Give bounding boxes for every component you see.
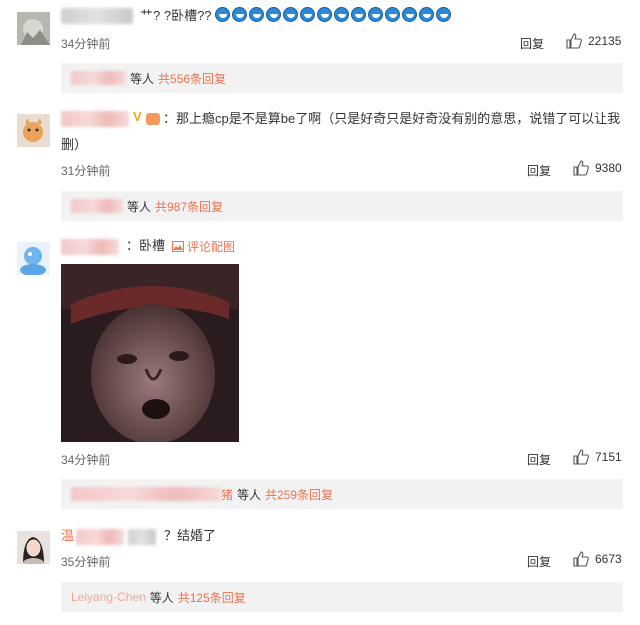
sub-reply-count[interactable]: 共556条回复: [158, 70, 226, 87]
reply-button[interactable]: 回复: [520, 35, 544, 52]
doraemon-emoji-icon: [368, 7, 384, 22]
doraemon-emoji-icon: [385, 7, 401, 22]
username-suffix[interactable]: [128, 529, 156, 545]
like-count: 7151: [595, 450, 622, 464]
timestamp: 31分钟前: [61, 164, 111, 178]
sub-reply-etc: 等人: [149, 590, 174, 605]
doraemon-emoji-icon: [351, 7, 367, 22]
like-button[interactable]: 22135: [566, 33, 621, 49]
doraemon-emoji-icon: [249, 7, 265, 22]
sub-reply-count[interactable]: 共125条回复: [178, 589, 246, 606]
sub-replies[interactable]: 等人 共556条回复: [61, 63, 623, 93]
comment-3: ：卧槽 评论配图 34分钟前 回复 7151 猪 等人 共259条回复: [0, 232, 640, 514]
comment-text: ：卧槽: [126, 235, 165, 257]
sub-replies[interactable]: 猪 等人 共259条回复: [61, 479, 623, 509]
comment-1: 艹? ?卧槽?? 34分钟前 回复 22135 等人 共556条回复: [0, 0, 640, 95]
thumb-up-icon: [573, 160, 589, 176]
sub-reply-etc: 等人: [237, 487, 262, 502]
like-count: 9380: [595, 161, 622, 175]
sub-reply-user-suffix[interactable]: 猪: [221, 486, 233, 503]
emoji-row: [215, 7, 453, 23]
doraemon-emoji-icon: [402, 7, 418, 22]
thumb-up-icon: [573, 449, 589, 465]
sub-reply-user[interactable]: [71, 199, 123, 213]
like-count: 22135: [588, 34, 622, 48]
timestamp: 34分钟前: [61, 453, 111, 467]
username[interactable]: [76, 529, 124, 545]
username[interactable]: [61, 239, 119, 255]
sub-reply-count[interactable]: 共987条回复: [155, 198, 223, 215]
sub-reply-count[interactable]: 共259条回复: [265, 486, 333, 503]
doraemon-emoji-icon: [334, 7, 350, 22]
comment-text-prefix: 艹? ?卧槽??: [140, 8, 212, 23]
timestamp: 35分钟前: [61, 555, 111, 569]
doraemon-emoji-icon: [232, 7, 248, 22]
like-button[interactable]: 9380: [573, 160, 622, 176]
comment-text-body: ？结婚了: [164, 528, 217, 543]
thumb-up-icon: [566, 33, 582, 49]
doraemon-emoji-icon: [215, 7, 231, 22]
doraemon-emoji-icon: [317, 7, 333, 22]
comment-text: ：那上瘾cp是不是算be了啊（只是好奇只是好奇没有别的意思，说错了可以让我: [163, 108, 620, 130]
sub-replies[interactable]: Leiyang-Chen 等人 共125条回复: [61, 582, 623, 612]
thumb-up-icon: [573, 551, 589, 567]
sub-reply-user[interactable]: Leiyang-Chen: [71, 590, 146, 604]
sub-reply-user[interactable]: [71, 487, 221, 501]
comment-2: V ：那上瘾cp是不是算be了啊（只是好奇只是好奇没有别的意思，说错了可以让我 …: [0, 105, 640, 225]
doraemon-emoji-icon: [300, 7, 316, 22]
comment-text-body: ：卧槽: [126, 238, 166, 253]
reply-button[interactable]: 回复: [527, 451, 551, 468]
comment-text-line1: ：那上瘾cp是不是算be了啊（只是好奇只是好奇没有别的意思，说错了可以让我: [163, 111, 621, 126]
doraemon-emoji-icon: [283, 7, 299, 22]
sub-reply-user[interactable]: [71, 71, 126, 85]
comment-image[interactable]: [61, 264, 239, 442]
doraemon-emoji-icon: [436, 7, 452, 22]
doraemon-emoji-icon: [419, 7, 435, 22]
sub-replies[interactable]: 等人 共987条回复: [61, 191, 623, 221]
comment-text: 艹? ?卧槽??: [140, 5, 453, 27]
username[interactable]: [61, 111, 129, 127]
username-char: 温: [61, 528, 75, 543]
comment-text: ？结婚了: [164, 525, 216, 547]
avatar[interactable]: [17, 114, 50, 147]
like-button[interactable]: 7151: [573, 449, 622, 465]
avatar[interactable]: [17, 242, 50, 275]
like-button[interactable]: 6673: [573, 551, 622, 567]
timestamp: 34分钟前: [61, 37, 111, 51]
image-link-label: 评论配图: [187, 240, 236, 254]
doraemon-emoji-icon: [266, 7, 282, 22]
username-visible[interactable]: 温: [61, 525, 74, 547]
comment-4: 温 ？结婚了 35分钟前 回复 6673 Leiyang-Chen 等人 共12…: [0, 522, 640, 625]
sub-reply-etc: 等人: [130, 71, 155, 86]
username[interactable]: [61, 8, 133, 24]
image-icon: [172, 241, 184, 252]
reply-button[interactable]: 回复: [527, 162, 551, 179]
like-count: 6673: [595, 552, 622, 566]
avatar[interactable]: [17, 531, 50, 564]
sub-reply-etc: 等人: [127, 199, 152, 214]
comment-text-cont: 删）: [61, 134, 87, 156]
verified-icon: V: [133, 109, 142, 124]
avatar[interactable]: [17, 12, 50, 45]
reply-button[interactable]: 回复: [527, 553, 551, 570]
comment-text-line2: 删）: [61, 137, 88, 152]
image-link[interactable]: 评论配图: [172, 238, 235, 255]
badge-icon: [146, 113, 160, 125]
